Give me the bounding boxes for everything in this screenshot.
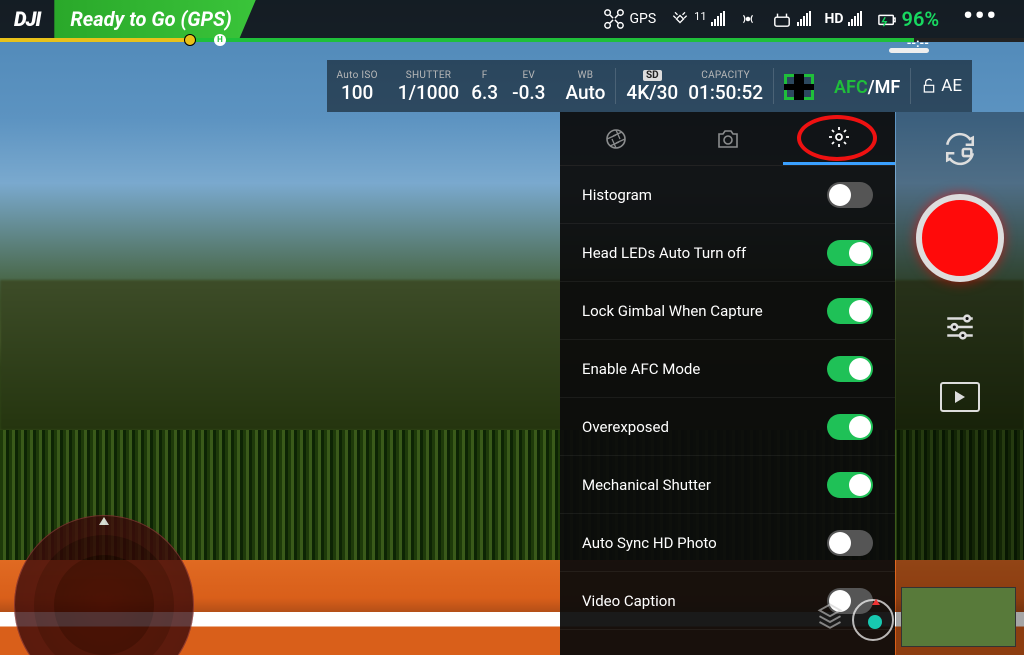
resolution-button[interactable]: SD 4K/30	[616, 60, 688, 112]
setting-toggle[interactable]	[827, 298, 873, 324]
setting-row-enable-afc-mode[interactable]: Enable AFC Mode	[560, 340, 895, 398]
tab-photo[interactable]	[672, 112, 784, 165]
setting-toggle[interactable]	[827, 240, 873, 266]
ev-button[interactable]: EV -0.3	[502, 60, 555, 112]
playback-button[interactable]	[935, 372, 985, 422]
settings-list[interactable]: Histogram Head LEDs Auto Turn off Lock Gim…	[560, 166, 895, 655]
highlight-annotation	[797, 115, 877, 161]
iso-button[interactable]: Auto ISO 100	[327, 60, 388, 112]
setting-label: Video Caption	[582, 592, 676, 610]
capacity-indicator[interactable]: CAPACITY 01:50:52	[688, 60, 773, 112]
play-icon	[940, 382, 980, 412]
focus-brackets-button[interactable]	[774, 60, 824, 112]
exposure-sliders-button[interactable]	[935, 302, 985, 352]
camera-switch-icon	[943, 132, 977, 166]
flight-mode-label: GPS	[629, 11, 656, 27]
setting-label: Enable AFC Mode	[582, 360, 700, 378]
layers-button[interactable]	[816, 601, 844, 633]
setting-row-overexposed[interactable]: Overexposed	[560, 398, 895, 456]
setting-row-head-leds-auto-turn-off[interactable]: Head LEDs Auto Turn off	[560, 224, 895, 282]
mini-map[interactable]	[901, 587, 1016, 647]
shutter-button[interactable]: SHUTTER 1/1000	[388, 60, 469, 112]
camera-switch-button[interactable]	[935, 124, 985, 174]
tab-aperture[interactable]	[560, 112, 672, 165]
setting-toggle[interactable]	[827, 530, 873, 556]
camera-icon	[716, 127, 740, 151]
flight-mode-indicator[interactable]: GPS	[603, 8, 656, 30]
top-status-bar: DJI Ready to Go (GPS) GPS 11 HD	[0, 0, 1024, 38]
remote-indicator[interactable]	[771, 10, 811, 28]
camera-settings-panel: Histogram Head LEDs Auto Turn off Lock Gim…	[560, 112, 895, 655]
sliders-icon	[943, 310, 977, 344]
setting-row-lock-gimbal-when-capture[interactable]: Lock Gimbal When Capture	[560, 282, 895, 340]
setting-label: Lock Gimbal When Capture	[582, 302, 763, 320]
general-settings-button[interactable]: •••	[963, 1, 998, 31]
battery-timeline: H --:--	[0, 38, 1024, 42]
compass-locator[interactable]	[852, 599, 894, 641]
setting-toggle[interactable]	[827, 472, 873, 498]
rc-signal-bars	[797, 12, 811, 26]
setting-label: Auto Sync HD Photo	[582, 534, 717, 552]
hd-label: HD	[825, 11, 844, 27]
focus-mode-button[interactable]: AFC/MF	[824, 60, 910, 112]
right-controls	[896, 112, 1024, 655]
battery-indicator[interactable]: 96%	[876, 7, 940, 31]
satellite-icon	[670, 9, 690, 29]
setting-row-video-caption[interactable]: Video Caption	[560, 572, 895, 630]
setting-label: Overexposed	[582, 418, 669, 436]
drone-icon	[603, 8, 625, 30]
hd-signal-indicator[interactable]: HD	[825, 11, 862, 27]
aperture-button[interactable]: F 6.3	[469, 60, 502, 112]
setting-row-mechanical-shutter[interactable]: Mechanical Shutter	[560, 456, 895, 514]
dji-logo: DJI	[14, 7, 40, 31]
setting-label: Mechanical Shutter	[582, 476, 711, 494]
record-shutter-button[interactable]	[916, 194, 1004, 282]
rc-signal-icon	[739, 10, 757, 28]
gps-signal-bars	[711, 12, 725, 26]
layers-icon	[816, 601, 844, 629]
setting-row-auto-sync-hd-photo[interactable]: Auto Sync HD Photo	[560, 514, 895, 572]
aperture-icon	[604, 127, 628, 151]
ae-lock-button[interactable]: AE	[911, 60, 972, 112]
setting-toggle[interactable]	[827, 356, 873, 382]
hd-signal-bars	[848, 12, 862, 26]
flight-status[interactable]: Ready to Go (GPS)	[54, 0, 255, 38]
setting-toggle[interactable]	[827, 182, 873, 208]
gps-satellite-indicator[interactable]: 11	[670, 9, 724, 29]
north-indicator-icon	[99, 517, 109, 525]
setting-label: Histogram	[582, 186, 652, 204]
remote-icon	[771, 10, 793, 28]
battery-percentage: 96%	[902, 7, 940, 31]
rc-signal-indicator[interactable]	[739, 10, 757, 28]
satellite-count: 11	[694, 10, 706, 23]
home-marker: H	[214, 34, 226, 46]
dji-go-app: DJI Ready to Go (GPS) GPS 11 HD	[0, 0, 1024, 655]
setting-row-histogram[interactable]: Histogram	[560, 166, 895, 224]
camera-exposure-bar: Auto ISO 100 SHUTTER 1/1000 F 6.3 EV -0.…	[327, 60, 972, 112]
unlock-icon	[921, 78, 937, 94]
battery-icon	[876, 10, 898, 28]
setting-toggle[interactable]	[827, 414, 873, 440]
setting-label: Head LEDs Auto Turn off	[582, 244, 746, 262]
wb-button[interactable]: WB Auto	[555, 60, 615, 112]
